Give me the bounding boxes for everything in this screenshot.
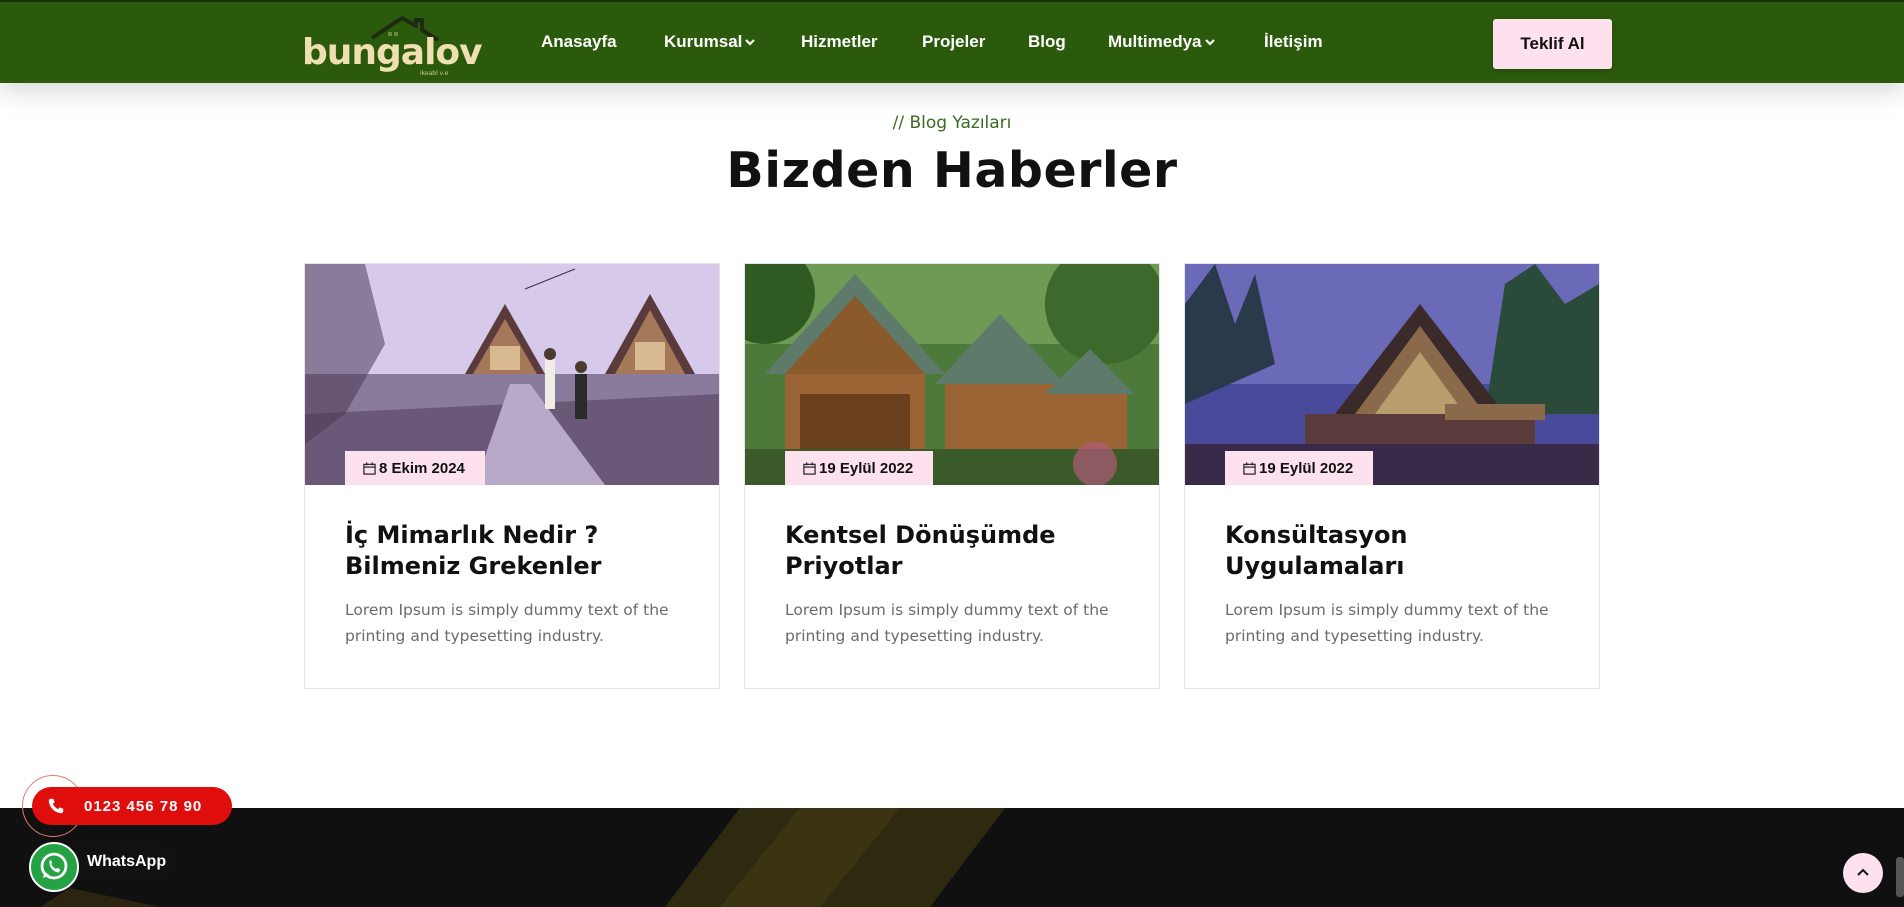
chevron-down-icon [1204,39,1215,46]
nav-item-hizmetler[interactable]: Hizmetler [801,32,878,52]
post-title[interactable]: İç Mimarlık Nedir ? Bilmeniz Grekenler [345,520,685,582]
calendar-icon [363,461,376,475]
nav-item-anasayfa[interactable]: Anasayfa [541,32,617,52]
post-excerpt: Lorem Ipsum is simply dummy text of the … [1225,601,1549,645]
chevron-down-icon [745,39,756,46]
site-header: bungalov ikeabl v.e Anasayfa Kurumsal Hi… [0,0,1904,83]
phone-number: 0123 456 78 90 [84,797,203,815]
post-date: 19 Eylül 2022 [819,459,914,477]
blog-card[interactable]: 8 Ekim 2024 İç Mimarlık Nedir ? Bilmeniz… [304,263,720,689]
site-footer [0,808,1904,907]
nav-item-label: Anasayfa [541,32,617,51]
nav-item-kurumsal[interactable]: Kurumsal [664,32,756,52]
brand-logo[interactable]: bungalov ikeabl v.e [302,12,483,77]
nav-item-label: Blog [1028,32,1066,51]
brand-name: bungalov [302,32,483,73]
brand-tagline: ikeabl v.e [420,70,449,77]
calendar-icon [803,461,816,475]
nav-item-label: Hizmetler [801,32,878,51]
post-excerpt: Lorem Ipsum is simply dummy text of the … [345,601,669,645]
nav-item-iletisim[interactable]: İletişim [1264,32,1323,52]
nav-item-label: Projeler [922,32,986,51]
teklif-al-button[interactable]: Teklif Al [1493,19,1612,69]
whatsapp-label: WhatsApp [87,853,167,870]
section-title: Bizden Haberler [726,142,1178,199]
post-title[interactable]: Kentsel Dönüşümde Priyotlar [785,520,1125,582]
nav-item-label: Kurumsal [664,32,743,51]
whatsapp-icon[interactable] [29,842,79,892]
nav-item-label: Multimedya [1108,32,1202,51]
nav-item-projeler[interactable]: Projeler [922,32,985,52]
nav-item-label: İletişim [1264,32,1323,51]
post-date: 19 Eylül 2022 [1259,459,1354,477]
section-subtitle: // Blog Yazıları [892,113,1012,133]
phone-icon [48,798,64,814]
post-date: 8 Ekim 2024 [379,459,465,477]
footer-decoration [40,808,1005,907]
blog-card[interactable]: 19 Eylül 2022 Konsültasyon Uygulamaları … [1184,263,1600,689]
post-date-badge: 19 Eylül 2022 [785,451,934,485]
post-title[interactable]: Konsültasyon Uygulamaları [1225,520,1565,582]
scrollbar-thumb[interactable] [1896,857,1904,897]
post-date-badge: 8 Ekim 2024 [345,451,485,485]
call-button[interactable]: 0123 456 78 90 [32,787,232,825]
nav-item-multimedya[interactable]: Multimedya [1108,32,1216,52]
arrow-up-icon [1857,868,1869,876]
nav-item-blog[interactable]: Blog [1028,32,1066,52]
calendar-icon [1243,461,1256,475]
post-excerpt: Lorem Ipsum is simply dummy text of the … [785,601,1109,645]
blog-card[interactable]: 19 Eylül 2022 Kentsel Dönüşümde Priyotla… [744,263,1160,689]
scroll-top-button[interactable] [1843,853,1883,893]
post-date-badge: 19 Eylül 2022 [1225,451,1374,485]
